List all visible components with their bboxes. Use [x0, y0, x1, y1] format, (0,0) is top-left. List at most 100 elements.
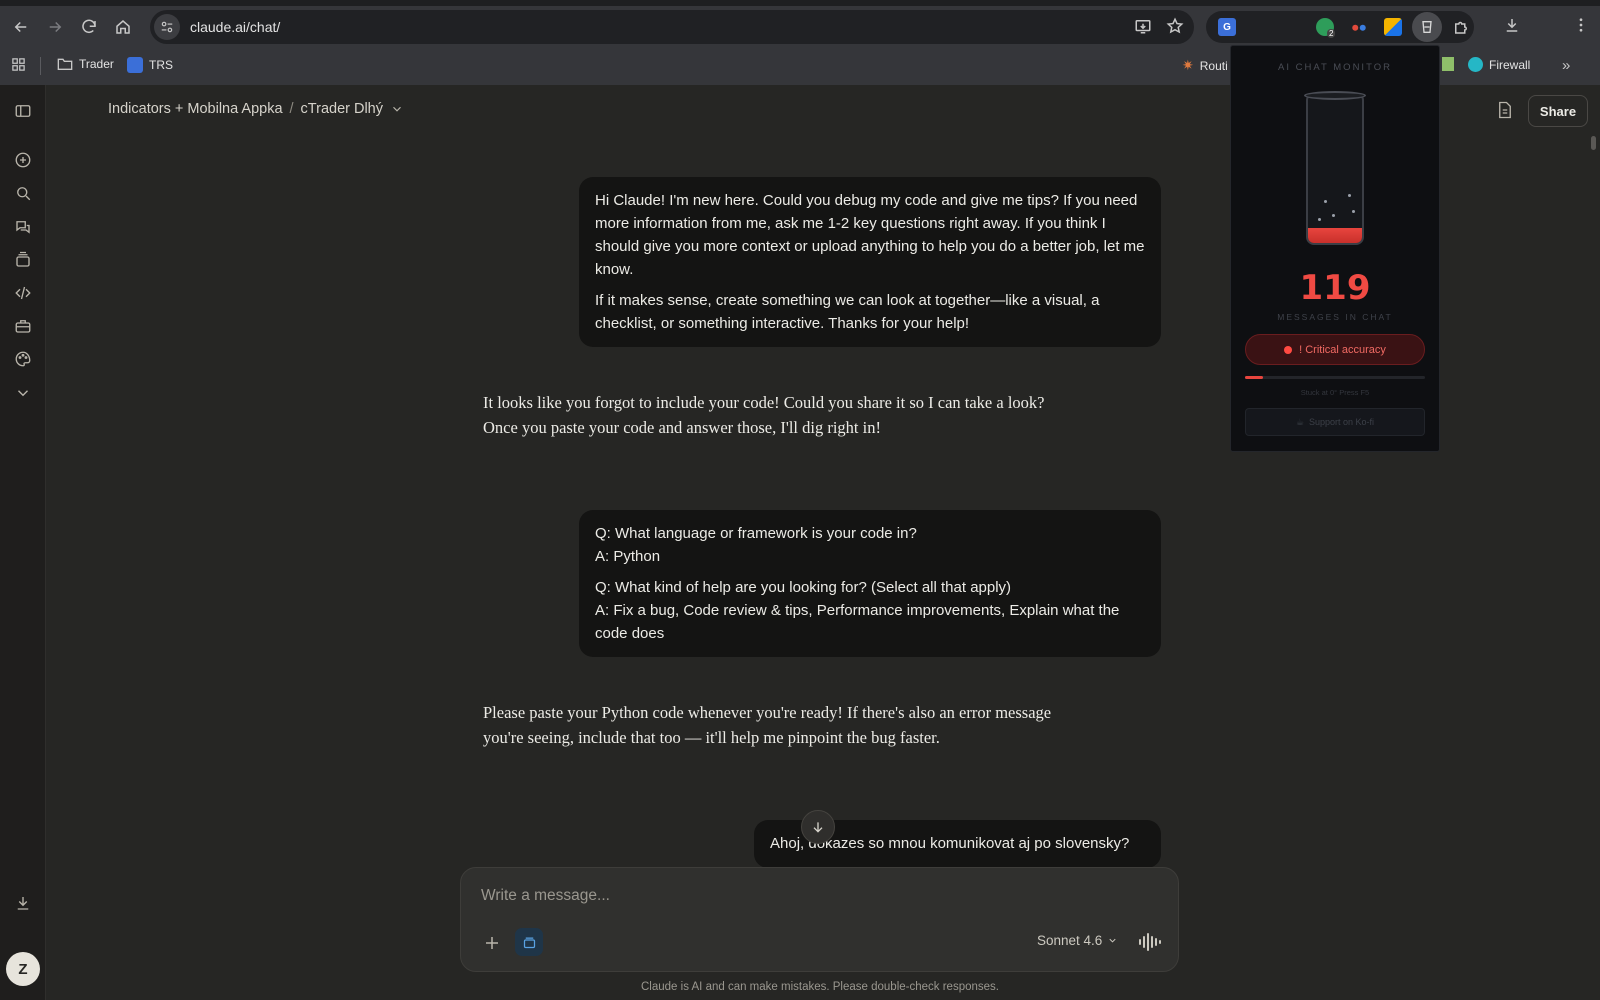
bubble [1318, 218, 1321, 221]
chat-bubbles-icon [16, 221, 30, 234]
sidebar-icon [15, 105, 31, 117]
accuracy-status-text: ! Critical accuracy [1299, 343, 1386, 356]
message-paragraph: If it makes sense, create something we c… [595, 292, 1100, 332]
puzzle-icon[interactable] [1452, 18, 1470, 36]
toolbox-icon [15, 320, 31, 333]
code-icon [15, 286, 31, 300]
search-icon [17, 187, 31, 201]
url-text[interactable]: claude.ai/chat/ [190, 19, 280, 35]
message-line: Once you paste your code and answer thos… [483, 418, 881, 437]
user-message: Q: What language or framework is your co… [579, 510, 1161, 657]
document-icon [1499, 101, 1511, 119]
tune-icon [161, 21, 173, 33]
plus-icon [486, 937, 498, 949]
site-info-button[interactable] [154, 14, 180, 40]
download-app-button[interactable] [13, 893, 33, 913]
bookmark-label: TRS [149, 58, 173, 72]
accuracy-bar [1245, 376, 1425, 379]
bubble [1332, 214, 1335, 217]
model-name: Sonnet 4.6 [1037, 933, 1103, 948]
address-bar[interactable]: claude.ai/chat/ [150, 10, 1194, 44]
breadcrumb-project[interactable]: Indicators + Mobilna Appka [108, 101, 283, 117]
bookmark-firewall[interactable]: Firewall [1468, 57, 1530, 72]
beaker-gauge [1306, 94, 1364, 245]
bookmark-routi[interactable]: ✷ Routi [1182, 57, 1228, 74]
message-line: A: Python [595, 548, 661, 565]
accuracy-status-badge: ! Critical accuracy [1245, 334, 1425, 365]
accuracy-bar-fill [1245, 376, 1263, 379]
colorful-extension-icon[interactable] [1384, 18, 1402, 36]
message-line: A: Fix a bug, Code review & tips, Perfor… [595, 602, 1120, 642]
user-message: Hi Claude! I'm new here. Could you debug… [579, 177, 1161, 347]
customize-button[interactable] [13, 349, 33, 369]
bookmark-sheet[interactable] [1442, 57, 1454, 71]
add-content-button[interactable] [481, 932, 503, 954]
beaker-fill [1308, 228, 1362, 243]
bubble [1324, 200, 1327, 203]
bookmark-trader[interactable]: Trader [57, 57, 114, 71]
status-dot-icon [1284, 345, 1293, 354]
assistant-message: It looks like you forgot to include your… [483, 390, 1113, 440]
kebab-menu-icon [1579, 18, 1583, 32]
chat-files-button[interactable] [1497, 101, 1515, 121]
bookmark-star-icon[interactable] [1166, 17, 1184, 35]
more-bookmarks-button[interactable]: » [1562, 57, 1570, 74]
scroll-to-bottom-button[interactable] [801, 810, 835, 844]
code-button[interactable] [13, 283, 33, 303]
app-sidebar: Z [0, 85, 46, 1000]
sheet-icon [1442, 57, 1454, 71]
extension-badge: 2 [1327, 29, 1336, 38]
message-composer: Sonnet 4.6 [460, 867, 1179, 972]
artifacts-button[interactable] [13, 316, 33, 336]
support-button[interactable]: ☕ Support on Ko-fi [1245, 408, 1425, 436]
bookmark-label: Firewall [1489, 57, 1531, 72]
menu-button[interactable] [1572, 16, 1590, 39]
folder-icon [57, 58, 73, 70]
plus-circle-icon [15, 152, 31, 168]
voice-mode-button[interactable] [1137, 931, 1161, 953]
message-input[interactable] [481, 884, 1081, 908]
cast-icon[interactable] [1134, 17, 1152, 35]
projects-button[interactable] [13, 250, 33, 270]
chevron-down-icon[interactable] [390, 102, 404, 116]
apps-grid-icon [12, 58, 25, 71]
translate-extension-icon[interactable]: G [1218, 18, 1236, 36]
palette-icon [15, 351, 31, 367]
downloads-button[interactable] [1503, 16, 1521, 39]
chevron-down-icon [18, 390, 28, 397]
spark-icon: ✷ [1182, 57, 1194, 73]
new-chat-button[interactable] [13, 150, 33, 170]
glasses-extension-icon[interactable] [1350, 18, 1368, 36]
bookmarks-divider [40, 57, 41, 75]
ai-chat-monitor-extension-icon[interactable] [1412, 12, 1442, 42]
apps-button[interactable] [11, 57, 26, 72]
forward-button[interactable] [39, 11, 71, 43]
assistant-message: Please paste your Python code whenever y… [483, 700, 1113, 750]
reload-button[interactable] [73, 11, 105, 43]
message-line: Q: What kind of help are you looking for… [595, 579, 1012, 596]
share-button[interactable]: Share [1528, 95, 1588, 127]
message-line: Q: What language or framework is your co… [595, 525, 917, 542]
extensions-area: G 2 [1206, 11, 1474, 43]
chats-button[interactable] [13, 217, 33, 237]
chevron-double-right-icon: » [1562, 57, 1571, 74]
home-button[interactable] [107, 11, 139, 43]
toggle-sidebar-button[interactable] [13, 101, 33, 121]
home-icon [116, 20, 130, 34]
disclaimer: Claude is AI and can make mistakes. Plea… [641, 981, 999, 993]
search-button[interactable] [13, 183, 33, 203]
download-icon [1506, 19, 1518, 32]
project-tool-button[interactable] [515, 928, 543, 956]
model-selector[interactable]: Sonnet 4.6 [1037, 933, 1118, 948]
bubble [1348, 194, 1351, 197]
bookmark-label: Trader [79, 57, 114, 71]
popup-title: AI CHAT MONITOR [1278, 62, 1392, 73]
message-count: 119 [1299, 268, 1371, 308]
chat-title[interactable]: cTrader Dlhý [301, 101, 383, 117]
back-button[interactable] [5, 11, 37, 43]
bookmark-trs[interactable]: TRS [127, 57, 173, 73]
firewall-icon [1468, 57, 1483, 72]
scrollbar-thumb[interactable] [1591, 136, 1596, 150]
message-line: It looks like you forgot to include your… [483, 393, 1045, 412]
more-button[interactable] [13, 383, 33, 403]
